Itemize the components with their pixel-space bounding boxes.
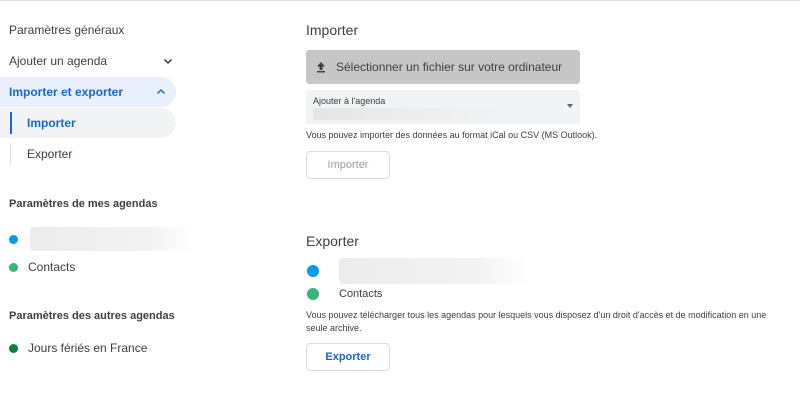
sidebar-calendar-item-contacts[interactable]: Contacts	[9, 260, 75, 274]
export-section-title: Exporter	[306, 233, 359, 249]
sidebar-subitem-label: Exporter	[27, 147, 73, 161]
import-help-text: Vous pouvez importer des données au form…	[306, 130, 598, 140]
calendar-color-dot	[9, 234, 18, 244]
calendar-select[interactable]: Ajouter à l'agenda	[306, 90, 580, 124]
select-file-button[interactable]: Sélectionner un fichier sur votre ordina…	[306, 50, 580, 84]
sidebar-item-label: Ajouter un agenda	[9, 54, 108, 68]
sidebar-item-label: Importer et exporter	[9, 85, 124, 99]
settings-sidebar: Paramètres généraux Ajouter un agenda Im…	[0, 0, 195, 401]
sidebar-calendar-item-holidays[interactable]: Jours fériés en France	[9, 341, 147, 355]
other-calendars-heading: Paramètres des autres agendas	[9, 310, 175, 322]
active-indicator	[10, 112, 12, 134]
import-section-title: Importer	[306, 22, 359, 38]
import-button[interactable]: Importer	[306, 151, 390, 179]
calendar-color-dot	[307, 288, 319, 300]
calendar-name-redacted	[30, 227, 195, 251]
dropdown-caret-icon	[567, 104, 573, 108]
calendar-color-dot	[9, 343, 18, 353]
calendar-label: Contacts	[28, 260, 76, 274]
sidebar-subitem-label: Importer	[27, 116, 76, 130]
my-calendars-heading: Paramètres de mes agendas	[9, 198, 158, 210]
chevron-down-icon	[162, 55, 174, 67]
subitem-divider	[10, 143, 11, 165]
sidebar-item-general-settings[interactable]: Paramètres généraux	[9, 15, 124, 45]
select-file-label: Sélectionner un fichier sur votre ordina…	[336, 60, 563, 74]
calendar-name-redacted	[339, 258, 529, 284]
import-export-panel: Importer Sélectionner un fichier sur vot…	[306, 0, 786, 401]
upload-icon	[314, 60, 328, 74]
calendar-color-dot	[9, 262, 18, 272]
calendar-select-value-redacted	[313, 108, 503, 120]
calendar-label: Jours fériés en France	[28, 341, 148, 355]
export-calendar-item-contacts: Contacts	[307, 288, 382, 300]
sidebar-item-import-export[interactable]: Importer et exporter	[0, 77, 176, 107]
chevron-up-icon	[155, 86, 167, 98]
sidebar-item-add-calendar[interactable]: Ajouter un agenda	[9, 46, 174, 76]
sidebar-subitem-import[interactable]: Importer	[0, 108, 176, 138]
calendar-label: Contacts	[339, 288, 383, 300]
export-calendar-item	[307, 258, 529, 284]
calendar-select-label: Ajouter à l'agenda	[313, 96, 386, 106]
export-help-text: Vous pouvez télécharger tous les agendas…	[306, 310, 767, 333]
sidebar-calendar-item[interactable]	[9, 227, 195, 251]
sidebar-item-label: Paramètres généraux	[9, 23, 125, 37]
calendar-color-dot	[307, 265, 319, 277]
export-button[interactable]: Exporter	[306, 343, 390, 371]
